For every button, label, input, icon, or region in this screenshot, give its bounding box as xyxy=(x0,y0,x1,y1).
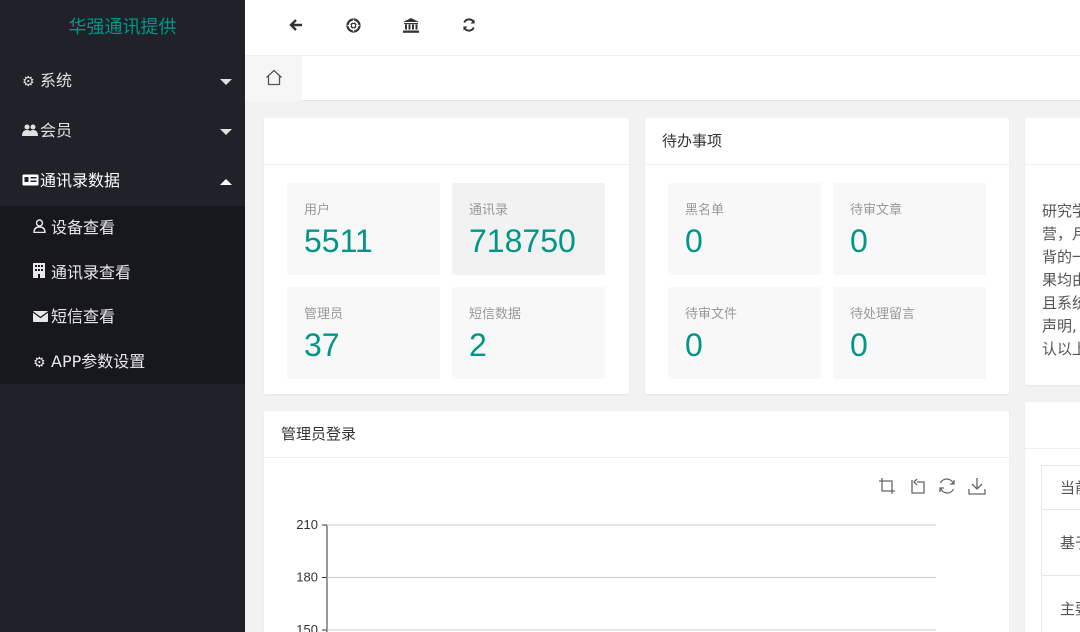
todo-label: 黑名单 xyxy=(685,203,725,218)
chevron-up-icon xyxy=(219,156,233,206)
stat-label: 用户 xyxy=(304,203,331,218)
sidebar-subnav: 设备查看 通讯录查看 短信查看 ⚙ APP参数设置 xyxy=(0,206,245,384)
todo-value: 0 xyxy=(850,327,868,363)
refresh-icon[interactable] xyxy=(459,18,479,38)
stat-label: 短信数据 xyxy=(469,307,522,322)
sidebar-item-contacts-data[interactable]: 通讯录数据 xyxy=(0,156,245,206)
brand-logo: 华强通讯提供 xyxy=(68,17,177,38)
todo-tile-blacklist[interactable]: 黑名单 0 xyxy=(668,183,821,275)
admin-login-card: 管理员登录 210 180 150 xyxy=(264,411,1009,632)
todo-card-title: 待办事项 xyxy=(645,118,1009,165)
sidebar-item-label: 通讯录数据 xyxy=(40,171,121,190)
lifebuoy-icon[interactable] xyxy=(343,18,363,38)
top-header xyxy=(245,0,1080,56)
y-tick-label: 150 xyxy=(296,622,318,632)
sidebar-item-label: 系统 xyxy=(40,71,73,90)
stat-label: 管理员 xyxy=(304,307,344,322)
tab-home[interactable] xyxy=(245,56,302,101)
sidebar-item-label: 会员 xyxy=(40,121,73,140)
notice-card-header xyxy=(1025,118,1080,165)
notice-text: 本研究学营，月背的一果均由且系统声明, 认以上 xyxy=(1042,177,1080,361)
todo-value: 0 xyxy=(850,223,868,259)
chevron-down-icon xyxy=(219,56,233,106)
sidebar-item-members[interactable]: 会员 xyxy=(0,106,245,156)
info-card-header xyxy=(1025,402,1080,449)
notice-line: 声明, xyxy=(1042,317,1077,335)
todo-label: 待审文章 xyxy=(850,203,903,218)
todo-tile-pending-articles[interactable]: 待审文章 0 xyxy=(833,183,986,275)
user-outline-icon xyxy=(33,207,51,252)
notice-line: 果均由 xyxy=(1042,271,1080,289)
todo-value: 0 xyxy=(685,223,703,259)
sidebar-item-label: 短信查看 xyxy=(51,307,116,326)
stat-value: 718750 xyxy=(469,223,576,259)
back-arrow-icon[interactable] xyxy=(286,18,306,38)
todo-label: 待处理留言 xyxy=(850,307,916,322)
y-tick-label: 180 xyxy=(296,570,318,585)
table-row: 主要 xyxy=(1041,575,1080,632)
todo-value: 0 xyxy=(685,327,703,363)
sidebar-item-app-settings[interactable]: ⚙ APP参数设置 xyxy=(0,340,245,385)
notice-card: 本研究学营，月背的一果均由且系统声明, 认以上 xyxy=(1025,118,1080,385)
stat-value: 2 xyxy=(469,327,487,363)
stat-value: 5511 xyxy=(304,223,373,259)
users-icon xyxy=(22,107,40,157)
admin-login-chart: 210 180 150 xyxy=(296,517,936,632)
notice-line: 研究学 xyxy=(1042,202,1080,220)
sidebar-item-contacts-view[interactable]: 通讯录查看 xyxy=(0,251,245,296)
info-card: 当前 基于 主要 xyxy=(1025,402,1080,632)
sidebar-item-sms-view[interactable]: 短信查看 xyxy=(0,295,245,340)
stat-tile-contacts[interactable]: 通讯录 718750 xyxy=(452,183,605,275)
building-icon xyxy=(33,252,51,297)
todo-tile-pending-files[interactable]: 待审文件 0 xyxy=(668,287,821,379)
table-row: 当前 xyxy=(1041,465,1080,510)
notice-line: 营，月 xyxy=(1042,225,1080,243)
stat-tile-sms[interactable]: 短信数据 2 xyxy=(452,287,605,379)
todo-card: 待办事项 黑名单 0 待审文章 0 待审文件 0 待处理留言 0 xyxy=(645,118,1009,394)
todo-label: 待审文件 xyxy=(685,307,738,322)
table-row: 基于 xyxy=(1041,509,1080,576)
chevron-down-icon xyxy=(219,106,233,156)
notice-line: 本 xyxy=(1042,177,1080,200)
tab-bar xyxy=(245,56,1080,101)
stats-card-header xyxy=(264,118,629,165)
sidebar-item-label: 设备查看 xyxy=(51,218,116,237)
todo-tile-pending-messages[interactable]: 待处理留言 0 xyxy=(833,287,986,379)
sidebar-item-label: APP参数设置 xyxy=(51,351,146,371)
sidebar-item-label: 通讯录查看 xyxy=(51,262,132,282)
bank-icon[interactable] xyxy=(401,18,421,38)
stat-label: 通讯录 xyxy=(469,203,509,218)
envelope-icon xyxy=(32,296,51,341)
notice-line: 认以上 xyxy=(1042,340,1080,358)
sidebar-item-device-view[interactable]: 设备查看 xyxy=(0,206,245,251)
notice-line: 背的一 xyxy=(1042,248,1080,266)
home-icon xyxy=(266,69,282,86)
stat-value: 37 xyxy=(304,327,340,363)
notice-line: 且系统 xyxy=(1042,294,1080,312)
stats-card: 用户 5511 通讯录 718750 管理员 37 短信数据 2 xyxy=(264,118,629,394)
sidebar-item-system[interactable]: ⚙ 系统 xyxy=(0,56,245,106)
y-tick-label: 210 xyxy=(296,517,318,532)
gear-icon: ⚙ xyxy=(33,354,46,371)
gear-icon: ⚙ xyxy=(22,74,35,90)
id-card-icon xyxy=(22,157,40,207)
stat-tile-admins[interactable]: 管理员 37 xyxy=(287,287,440,379)
sidebar: 华强通讯提供 ⚙ 系统 会员 通讯录数据 设备查看 通讯录查看 短信查看 ⚙ A… xyxy=(0,0,245,632)
stat-tile-users[interactable]: 用户 5511 xyxy=(287,183,440,275)
